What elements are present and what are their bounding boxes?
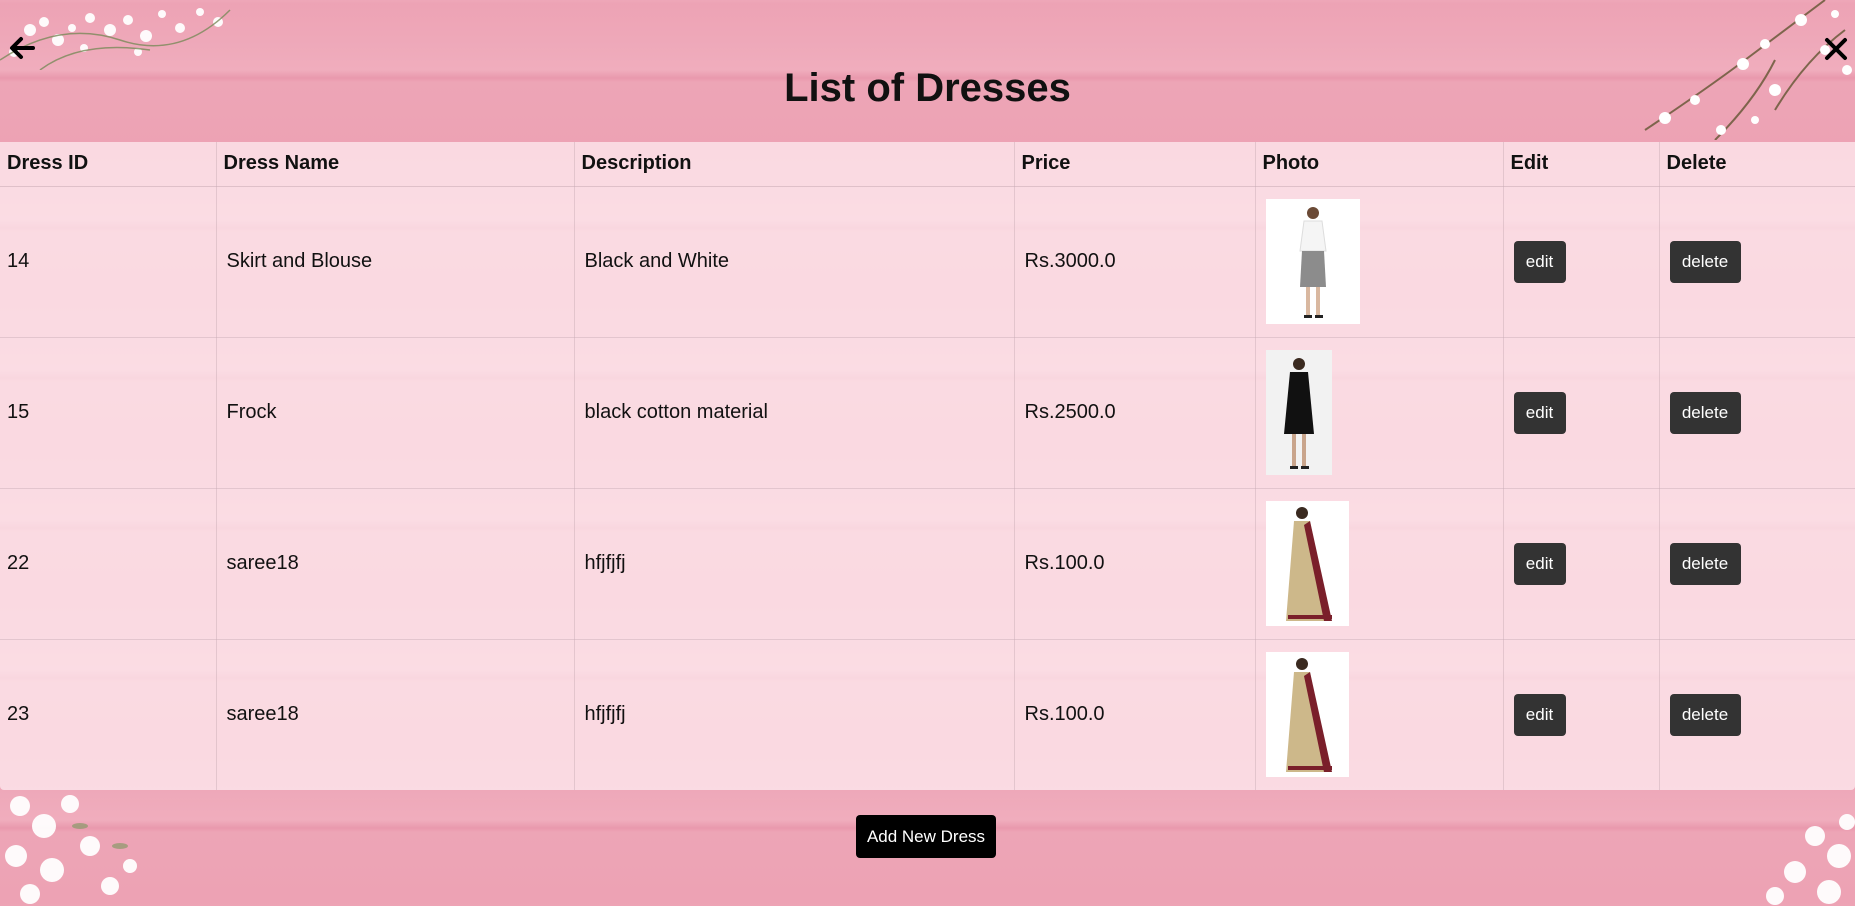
dresses-table: Dress ID Dress Name Description Price Ph… xyxy=(0,142,1855,790)
edit-button[interactable]: edit xyxy=(1513,240,1566,283)
arrow-left-icon xyxy=(10,37,35,59)
edit-cell: edit xyxy=(1503,186,1660,338)
delete-cell: delete xyxy=(1659,639,1855,790)
delete-cell: delete xyxy=(1659,337,1855,489)
edit-cell: edit xyxy=(1503,639,1660,790)
price-cell: Rs.100.0 xyxy=(1014,639,1256,790)
table-row: 14 Skirt and Blouse Black and White Rs.3… xyxy=(0,186,1855,338)
column-header-edit: Edit xyxy=(1503,142,1660,187)
dress-id-cell: 22 xyxy=(0,488,217,640)
dresses-table-container: Dress ID Dress Name Description Price Ph… xyxy=(0,142,1855,790)
price-cell: Rs.100.0 xyxy=(1014,488,1256,640)
photo-cell xyxy=(1255,639,1504,790)
column-header-photo: Photo xyxy=(1255,142,1504,187)
dress-photo xyxy=(1265,199,1360,324)
edit-button[interactable]: edit xyxy=(1513,391,1566,434)
edit-cell: edit xyxy=(1503,488,1660,640)
back-button[interactable] xyxy=(6,32,38,64)
dress-photo xyxy=(1265,652,1349,778)
dress-id-cell: 15 xyxy=(0,337,217,489)
delete-button[interactable]: delete xyxy=(1669,240,1741,283)
description-cell: hfjfjfj xyxy=(574,639,1015,790)
column-header-price: Price xyxy=(1014,142,1256,187)
dress-name-cell: Skirt and Blouse xyxy=(216,186,575,338)
description-cell: Black and White xyxy=(574,186,1015,338)
close-button[interactable] xyxy=(1821,34,1851,64)
delete-button[interactable]: delete xyxy=(1669,391,1741,434)
dress-id-cell: 23 xyxy=(0,639,217,790)
edit-button[interactable]: edit xyxy=(1513,542,1566,585)
delete-cell: delete xyxy=(1659,488,1855,640)
delete-cell: delete xyxy=(1659,186,1855,338)
column-header-dress-name: Dress Name xyxy=(216,142,575,187)
close-icon xyxy=(1825,38,1847,60)
description-cell: hfjfjfj xyxy=(574,488,1015,640)
price-cell: Rs.2500.0 xyxy=(1014,337,1256,489)
delete-button[interactable]: delete xyxy=(1669,693,1741,736)
add-new-dress-button[interactable]: Add New Dress xyxy=(856,815,996,858)
delete-button[interactable]: delete xyxy=(1669,542,1741,585)
flower-decoration-bottom-right xyxy=(1755,796,1855,906)
table-row: 23 saree18 hfjfjfj Rs.100.0 edit delete xyxy=(0,639,1855,790)
table-row: 22 saree18 hfjfjfj Rs.100.0 edit delete xyxy=(0,488,1855,640)
column-header-dress-id: Dress ID xyxy=(0,142,217,187)
dress-id-cell: 14 xyxy=(0,186,217,338)
dress-name-cell: saree18 xyxy=(216,488,575,640)
table-header-row: Dress ID Dress Name Description Price Ph… xyxy=(0,142,1855,187)
dress-name-cell: saree18 xyxy=(216,639,575,790)
dress-photo xyxy=(1265,350,1332,475)
edit-button[interactable]: edit xyxy=(1513,693,1566,736)
price-cell: Rs.3000.0 xyxy=(1014,186,1256,338)
photo-cell xyxy=(1255,186,1504,338)
photo-cell xyxy=(1255,488,1504,640)
column-header-delete: Delete xyxy=(1659,142,1855,187)
description-cell: black cotton material xyxy=(574,337,1015,489)
edit-cell: edit xyxy=(1503,337,1660,489)
column-header-description: Description xyxy=(574,142,1015,187)
dress-photo xyxy=(1265,501,1349,626)
dress-name-cell: Frock xyxy=(216,337,575,489)
page-title: List of Dresses xyxy=(784,66,1071,110)
table-row: 15 Frock black cotton material Rs.2500.0 xyxy=(0,337,1855,489)
photo-cell xyxy=(1255,337,1504,489)
